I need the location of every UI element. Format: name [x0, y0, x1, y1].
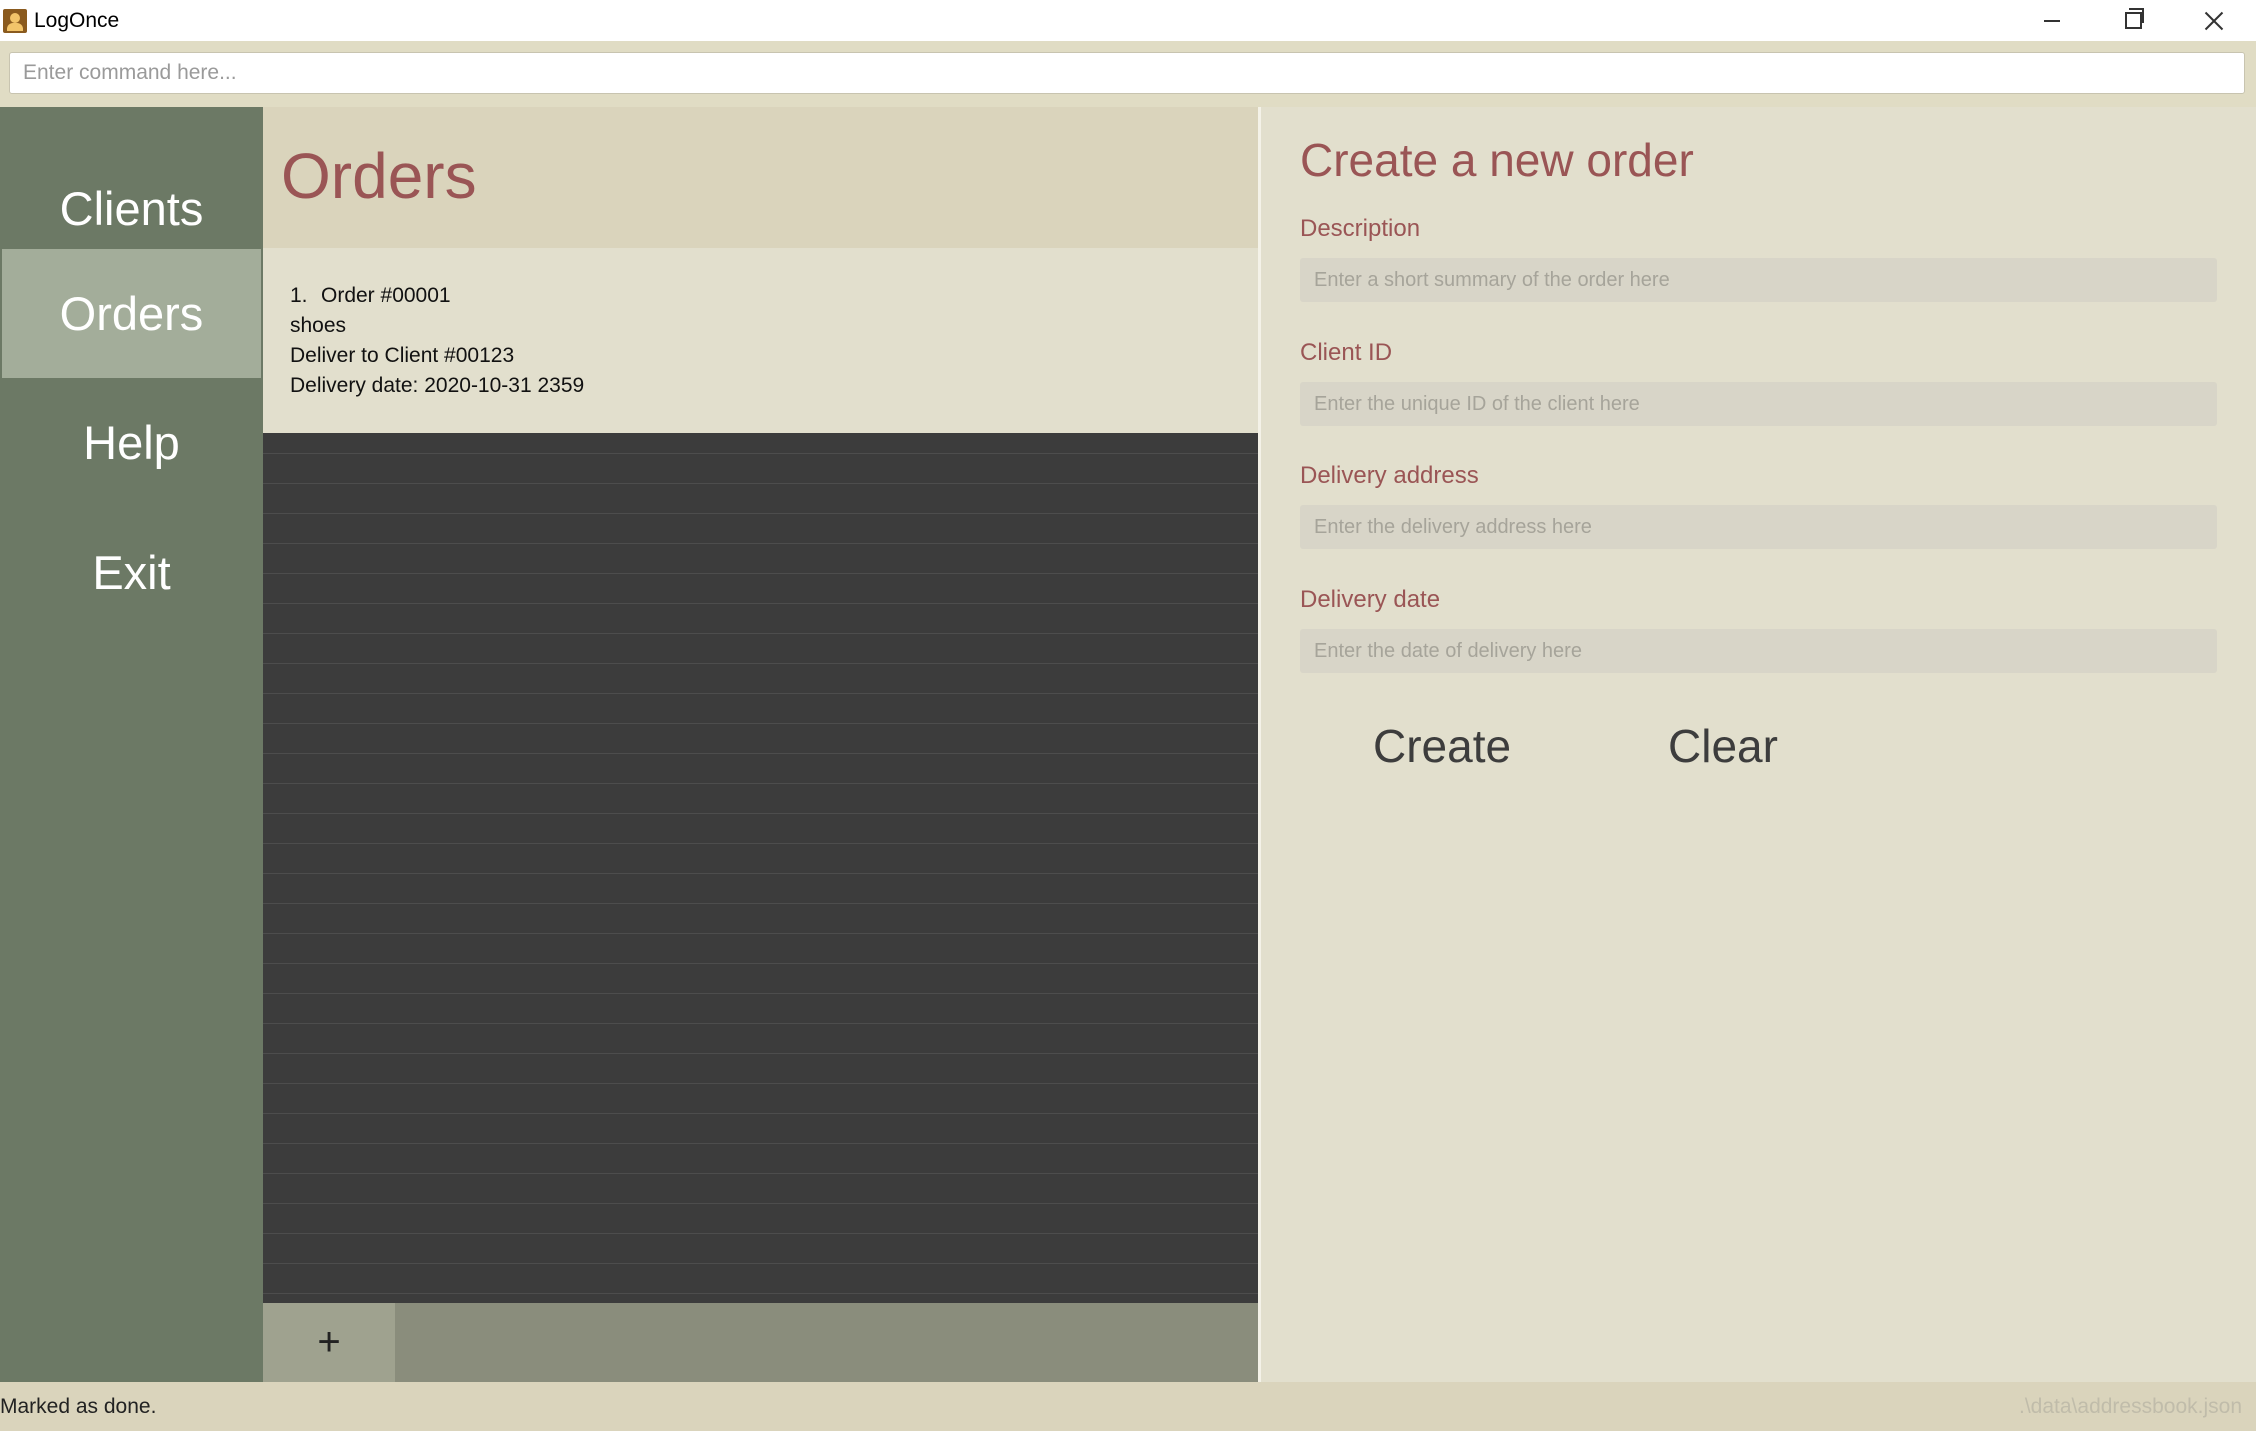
- row-separator: [263, 663, 1258, 664]
- status-bar: Marked as done. .\data\addressbook.json: [0, 1382, 2256, 1431]
- row-separator: [263, 1143, 1258, 1144]
- clear-button[interactable]: Clear: [1668, 719, 1778, 773]
- app-logo-icon: [3, 9, 27, 33]
- data-file-path: .\data\addressbook.json: [2019, 1395, 2242, 1418]
- sidebar-item-label: Help: [83, 416, 180, 469]
- delivery-date-label: Delivery date: [1300, 586, 1441, 613]
- row-separator: [263, 1233, 1258, 1234]
- row-separator: [263, 1203, 1258, 1204]
- client-id-input[interactable]: [1300, 382, 2217, 426]
- row-separator: [263, 873, 1258, 874]
- row-separator: [263, 693, 1258, 694]
- command-bar: [0, 41, 2256, 107]
- minimize-button[interactable]: [2012, 0, 2092, 41]
- row-separator: [263, 573, 1258, 574]
- row-separator: [263, 933, 1258, 934]
- row-separator: [263, 453, 1258, 454]
- sidebar-item-orders[interactable]: Orders: [2, 249, 261, 378]
- row-separator: [263, 753, 1258, 754]
- restore-icon: [2124, 8, 2144, 29]
- row-separator: [263, 603, 1258, 604]
- client-id-label: Client ID: [1300, 339, 1393, 366]
- page-title: Orders: [281, 140, 477, 212]
- form-title: Create a new order: [1300, 134, 1694, 186]
- restore-button[interactable]: [2093, 0, 2173, 41]
- delivery-address-label: Delivery address: [1300, 462, 1479, 489]
- row-separator: [263, 903, 1258, 904]
- orders-header: Orders: [263, 107, 1258, 248]
- create-order-form: Create a new order Description Client ID…: [1261, 107, 2256, 1382]
- sidebar-item-help[interactable]: Help: [0, 378, 263, 507]
- row-separator: [263, 1113, 1258, 1114]
- row-separator: [263, 543, 1258, 544]
- row-separator: [263, 993, 1258, 994]
- list-item[interactable]: 1. Order #00001 shoes Deliver to Client …: [263, 248, 1258, 433]
- row-separator: [263, 513, 1258, 514]
- row-separator: [263, 483, 1258, 484]
- delivery-address-input[interactable]: [1300, 505, 2217, 549]
- sidebar-item-label: Orders: [59, 287, 204, 340]
- row-separator: [263, 963, 1258, 964]
- sidebar-item-label: Exit: [92, 546, 171, 599]
- order-id: Order #00001: [321, 284, 451, 307]
- row-separator: [263, 783, 1258, 784]
- title-bar: LogOnce: [0, 0, 2256, 41]
- row-separator: [263, 633, 1258, 634]
- order-client: Deliver to Client #00123: [290, 344, 515, 367]
- minimize-icon: [2044, 19, 2060, 22]
- row-separator: [263, 813, 1258, 814]
- add-order-button[interactable]: +: [263, 1303, 395, 1382]
- orders-panel: Orders 1. Order #00001 shoes Deliver to …: [263, 107, 1258, 1382]
- create-button[interactable]: Create: [1373, 719, 1511, 773]
- close-icon: [2203, 10, 2225, 32]
- description-input[interactable]: [1300, 258, 2217, 302]
- order-delivery-date: Delivery date: 2020-10-31 2359: [290, 374, 585, 397]
- sidebar-item-exit[interactable]: Exit: [0, 508, 263, 637]
- close-button[interactable]: [2174, 0, 2254, 41]
- row-separator: [263, 1263, 1258, 1264]
- orders-footer: +: [263, 1303, 1258, 1382]
- description-label: Description: [1300, 215, 1421, 242]
- order-description: shoes: [290, 314, 347, 337]
- row-separator: [263, 1083, 1258, 1084]
- command-input[interactable]: [9, 52, 2245, 94]
- row-separator: [263, 1053, 1258, 1054]
- sidebar-item-label: Clients: [59, 182, 204, 235]
- row-separator: [263, 1293, 1258, 1294]
- row-separator: [263, 1023, 1258, 1024]
- row-separator: [263, 723, 1258, 724]
- row-separator: [263, 843, 1258, 844]
- row-separator: [263, 1173, 1258, 1174]
- delivery-date-input[interactable]: [1300, 629, 2217, 673]
- status-message: Marked as done.: [0, 1395, 157, 1418]
- window-title: LogOnce: [34, 9, 120, 32]
- order-index: 1.: [290, 284, 308, 307]
- sidebar: Clients Orders Help Exit: [0, 107, 263, 1382]
